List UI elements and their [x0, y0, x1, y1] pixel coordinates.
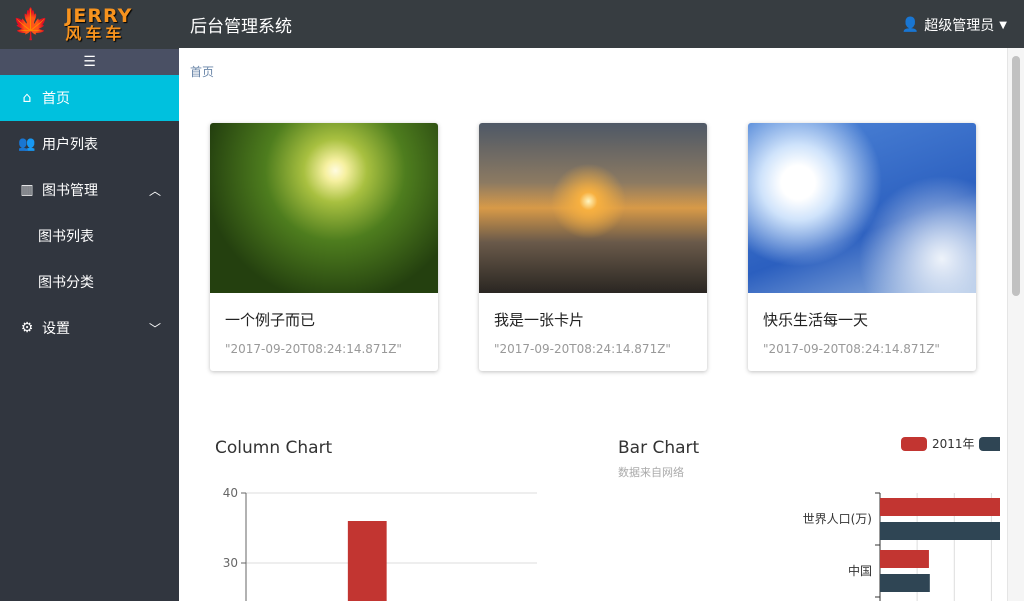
breadcrumb[interactable]: 首页: [190, 63, 214, 80]
card[interactable]: 一个例子而已 "2017-09-20T08:24:14.871Z": [210, 123, 438, 371]
column-chart: Column Chart 30 40: [215, 438, 537, 601]
sidebar-item-label: 图书管理: [42, 183, 98, 199]
user-menu[interactable]: 👤 超级管理员 ▼: [902, 15, 1007, 35]
chart-subtitle: 数据来自网络: [618, 465, 684, 479]
card-image: [479, 123, 707, 293]
sidebar-item-label: 用户列表: [42, 137, 98, 153]
card[interactable]: 我是一张卡片 "2017-09-20T08:24:14.871Z": [479, 123, 707, 371]
gear-icon: ⚙: [20, 320, 34, 336]
home-icon: ⌂: [22, 90, 32, 106]
app-title: 后台管理系统: [190, 16, 292, 37]
sidebar-item-label: 图书列表: [38, 229, 94, 245]
chart-title: Bar Chart: [618, 438, 700, 458]
bar: [880, 574, 930, 592]
bar-chart: Bar Chart 数据来自网络 2011年2012年世界人口(万)中国: [618, 437, 1000, 601]
y-tick-label: 世界人口(万): [803, 512, 872, 526]
collapse-sidebar-button[interactable]: ☰: [0, 49, 179, 75]
bar: [880, 550, 929, 568]
books-icon: ▥: [20, 182, 34, 198]
maple-leaf-icon: 🍁: [12, 6, 50, 42]
sidebar-item-label: 图书分类: [38, 275, 94, 291]
header: 后台管理系统 👤 超级管理员 ▼: [179, 0, 1024, 48]
sidebar: 🍁 JERRY 风车车 ☰ ⌂ 首页 👥 用户列表 ▥ 图书管理 ︿ 图书列表 图书分类 …: [0, 0, 179, 601]
legend-swatch: [901, 437, 927, 451]
card-image: [748, 123, 976, 293]
sidebar-item-label: 首页: [42, 91, 70, 107]
card-date: "2017-09-20T08:24:14.871Z": [763, 342, 940, 356]
y-tick-label: 40: [223, 486, 238, 500]
sidebar-item-book-category[interactable]: 图书分类: [0, 259, 179, 305]
card-title: 我是一张卡片: [494, 311, 585, 329]
card-title: 快乐生活每一天: [763, 311, 869, 329]
card[interactable]: 快乐生活每一天 "2017-09-20T08:24:14.871Z": [748, 123, 976, 371]
caret-down-icon: ▼: [999, 19, 1007, 31]
card-title: 一个例子而已: [225, 311, 316, 329]
chevron-down-icon: ﹀: [148, 321, 161, 336]
logo-subtext: 风车车: [65, 23, 126, 43]
y-tick-label: 30: [223, 556, 238, 570]
sidebar-item-settings[interactable]: ⚙ 设置 ﹀: [0, 305, 179, 351]
sidebar-item-users[interactable]: 👥 用户列表: [0, 121, 179, 167]
y-tick-label: 中国: [848, 563, 872, 578]
main-content: 首页 一个例子而已 "2017-09-20T08:24:14.871Z" 我是一…: [179, 48, 1007, 601]
user-icon: 👤: [901, 17, 920, 33]
bar: [880, 498, 1000, 516]
card-date: "2017-09-20T08:24:14.871Z": [225, 342, 402, 356]
bar: [880, 522, 1000, 540]
bar: [347, 521, 387, 601]
logo: 🍁 JERRY 风车车: [0, 0, 179, 49]
legend-label: 2011年: [932, 437, 975, 451]
menu-fold-icon: ☰: [83, 54, 96, 70]
logo-text: JERRY: [65, 4, 133, 27]
sidebar-item-books[interactable]: ▥ 图书管理 ︿: [0, 167, 179, 213]
sidebar-item-home[interactable]: ⌂ 首页: [0, 75, 179, 121]
sidebar-item-book-list[interactable]: 图书列表: [0, 213, 179, 259]
scrollbar-thumb[interactable]: [1012, 56, 1020, 296]
card-image: [210, 123, 438, 293]
chevron-up-icon: ︿: [148, 183, 161, 198]
chart-title: Column Chart: [215, 438, 333, 458]
card-date: "2017-09-20T08:24:14.871Z": [494, 342, 671, 356]
scrollbar[interactable]: [1007, 48, 1024, 601]
sidebar-item-label: 设置: [42, 321, 70, 337]
legend-swatch: [979, 437, 1000, 451]
users-icon: 👥: [18, 136, 36, 152]
user-name: 超级管理员: [924, 18, 995, 34]
